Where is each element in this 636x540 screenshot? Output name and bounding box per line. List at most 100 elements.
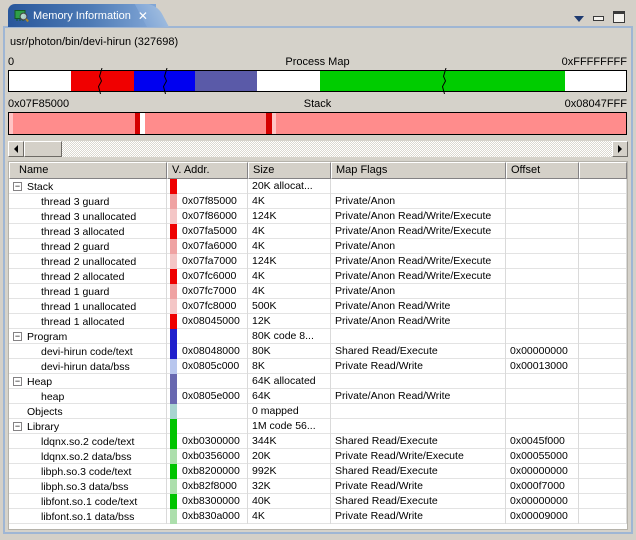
row-vaddr-cell: 0xb8200000 bbox=[167, 464, 248, 479]
column-header-name[interactable]: Name bbox=[9, 162, 167, 179]
row-name: Objects bbox=[27, 405, 63, 419]
row-filler bbox=[579, 434, 627, 449]
table-row[interactable]: libph.so.3 code/text 0xb8200000 992K Sha… bbox=[9, 464, 627, 479]
tree-collapse-box[interactable]: − bbox=[13, 182, 22, 191]
row-name-cell: thread 1 allocated bbox=[9, 314, 167, 329]
table-row[interactable]: thread 2 unallocated 0x07fa7000 124K Pri… bbox=[9, 254, 627, 269]
stack-map-labels: 0x07F85000 Stack 0x08047FFF bbox=[8, 98, 627, 110]
table-row[interactable]: ldqnx.so.2 data/bss 0xb0356000 20K Priva… bbox=[9, 449, 627, 464]
row-vaddr: 0xb0300000 bbox=[182, 435, 240, 447]
column-header-vaddr[interactable]: V. Addr. bbox=[167, 162, 248, 179]
row-name: thread 1 guard bbox=[41, 285, 109, 299]
row-offset bbox=[506, 419, 579, 434]
row-mapflags bbox=[331, 374, 506, 389]
table-row[interactable]: devi-hirun data/bss 0x0805c000 8K Privat… bbox=[9, 359, 627, 374]
table-row[interactable]: thread 1 allocated 0x08045000 12K Privat… bbox=[9, 314, 627, 329]
tree-collapse-box[interactable]: − bbox=[13, 332, 22, 341]
row-name: ldqnx.so.2 code/text bbox=[41, 435, 134, 449]
table-row[interactable]: −Heap 64K allocated bbox=[9, 374, 627, 389]
table-row[interactable]: thread 3 unallocated 0x07f86000 124K Pri… bbox=[9, 209, 627, 224]
map-segment bbox=[145, 113, 267, 134]
row-vaddr: 0x07fc7000 bbox=[182, 285, 236, 297]
row-offset: 0x00000000 bbox=[506, 494, 579, 509]
color-swatch bbox=[170, 374, 177, 389]
row-name-cell: thread 2 guard bbox=[9, 239, 167, 254]
table-row[interactable]: thread 2 allocated 0x07fc6000 4K Private… bbox=[9, 269, 627, 284]
table-row[interactable]: −Program 80K code 8... bbox=[9, 329, 627, 344]
view-controls bbox=[574, 11, 625, 23]
row-offset bbox=[506, 254, 579, 269]
table-row[interactable]: Objects 0 mapped bbox=[9, 404, 627, 419]
table-row[interactable]: thread 3 allocated 0x07fa5000 4K Private… bbox=[9, 224, 627, 239]
tree-collapse-box[interactable]: − bbox=[13, 422, 22, 431]
horizontal-scrollbar[interactable] bbox=[8, 141, 628, 157]
row-name-cell: −Library bbox=[9, 419, 167, 434]
row-vaddr-cell: 0x08048000 bbox=[167, 344, 248, 359]
row-mapflags: Private Read/Write bbox=[331, 509, 506, 524]
row-offset bbox=[506, 404, 579, 419]
row-vaddr-cell: 0xb0356000 bbox=[167, 449, 248, 464]
row-mapflags: Private/Anon bbox=[331, 194, 506, 209]
row-size: 64K bbox=[248, 389, 331, 404]
table-row[interactable]: heap 0x0805e000 64K Private/Anon Read/Wr… bbox=[9, 389, 627, 404]
table-row[interactable]: thread 1 guard 0x07fc7000 4K Private/Ano… bbox=[9, 284, 627, 299]
color-swatch bbox=[170, 239, 177, 254]
column-header-mapflags[interactable]: Map Flags bbox=[331, 162, 506, 179]
row-offset bbox=[506, 374, 579, 389]
row-vaddr-cell bbox=[167, 329, 248, 344]
color-swatch bbox=[170, 449, 177, 464]
row-name: devi-hirun data/bss bbox=[41, 360, 130, 374]
row-name-cell: −Stack bbox=[9, 179, 167, 194]
maximize-icon[interactable] bbox=[613, 11, 625, 23]
row-vaddr: 0xb830a000 bbox=[182, 510, 240, 522]
scroll-left-button[interactable] bbox=[8, 141, 24, 157]
row-name: thread 3 allocated bbox=[41, 225, 124, 239]
row-mapflags: Private/Anon Read/Write/Execute bbox=[331, 254, 506, 269]
row-vaddr: 0x07f86000 bbox=[182, 210, 237, 222]
discontinuity-mark bbox=[96, 68, 105, 94]
view-menu-icon[interactable] bbox=[574, 16, 584, 22]
process-map-bar[interactable] bbox=[8, 70, 627, 92]
row-size: 4K bbox=[248, 194, 331, 209]
row-size: 64K allocated bbox=[248, 374, 331, 389]
table-row[interactable]: ldqnx.so.2 code/text 0xb0300000 344K Sha… bbox=[9, 434, 627, 449]
tab-memory-information[interactable]: Memory Information ✕ bbox=[8, 4, 156, 27]
column-header-offset[interactable]: Offset bbox=[506, 162, 579, 179]
row-name-cell: devi-hirun code/text bbox=[9, 344, 167, 359]
table-row[interactable]: thread 2 guard 0x07fa6000 4K Private/Ano… bbox=[9, 239, 627, 254]
table-row[interactable]: libfont.so.1 code/text 0xb8300000 40K Sh… bbox=[9, 494, 627, 509]
row-offset bbox=[506, 329, 579, 344]
stack-map-end: 0x08047FFF bbox=[421, 98, 627, 110]
row-offset bbox=[506, 179, 579, 194]
color-swatch bbox=[170, 344, 177, 359]
row-filler bbox=[579, 389, 627, 404]
close-icon[interactable]: ✕ bbox=[136, 9, 150, 23]
discontinuity-mark bbox=[161, 68, 170, 94]
table-row[interactable]: thread 1 unallocated 0x07fc8000 500K Pri… bbox=[9, 299, 627, 314]
row-filler bbox=[579, 284, 627, 299]
process-map-end: 0xFFFFFFFF bbox=[421, 56, 627, 68]
row-vaddr: 0x07fc8000 bbox=[182, 300, 236, 312]
row-name: thread 1 allocated bbox=[41, 315, 124, 329]
table-header: Name V. Addr. Size Map Flags Offset bbox=[9, 162, 627, 179]
row-name: devi-hirun code/text bbox=[41, 345, 133, 359]
table-row[interactable]: libfont.so.1 data/bss 0xb830a000 4K Priv… bbox=[9, 509, 627, 524]
table-row[interactable]: devi-hirun code/text 0x08048000 80K Shar… bbox=[9, 344, 627, 359]
table-row[interactable]: libph.so.3 data/bss 0xb82f8000 32K Priva… bbox=[9, 479, 627, 494]
stack-map-bar[interactable] bbox=[8, 112, 627, 135]
scrollbar-thumb[interactable] bbox=[24, 141, 62, 157]
row-filler bbox=[579, 419, 627, 434]
color-swatch bbox=[170, 329, 177, 344]
table-row[interactable]: thread 3 guard 0x07f85000 4K Private/Ano… bbox=[9, 194, 627, 209]
column-header-size[interactable]: Size bbox=[248, 162, 331, 179]
scroll-right-button[interactable] bbox=[612, 141, 628, 157]
row-name-cell: −Program bbox=[9, 329, 167, 344]
table-row[interactable]: −Library 1M code 56... bbox=[9, 419, 627, 434]
tree-collapse-box[interactable]: − bbox=[13, 377, 22, 386]
minimize-icon[interactable] bbox=[593, 16, 604, 21]
row-name: thread 2 allocated bbox=[41, 270, 124, 284]
row-vaddr-cell: 0x07fa5000 bbox=[167, 224, 248, 239]
table-row[interactable]: −Stack 20K allocat... bbox=[9, 179, 627, 194]
color-swatch bbox=[170, 509, 177, 524]
row-offset bbox=[506, 389, 579, 404]
